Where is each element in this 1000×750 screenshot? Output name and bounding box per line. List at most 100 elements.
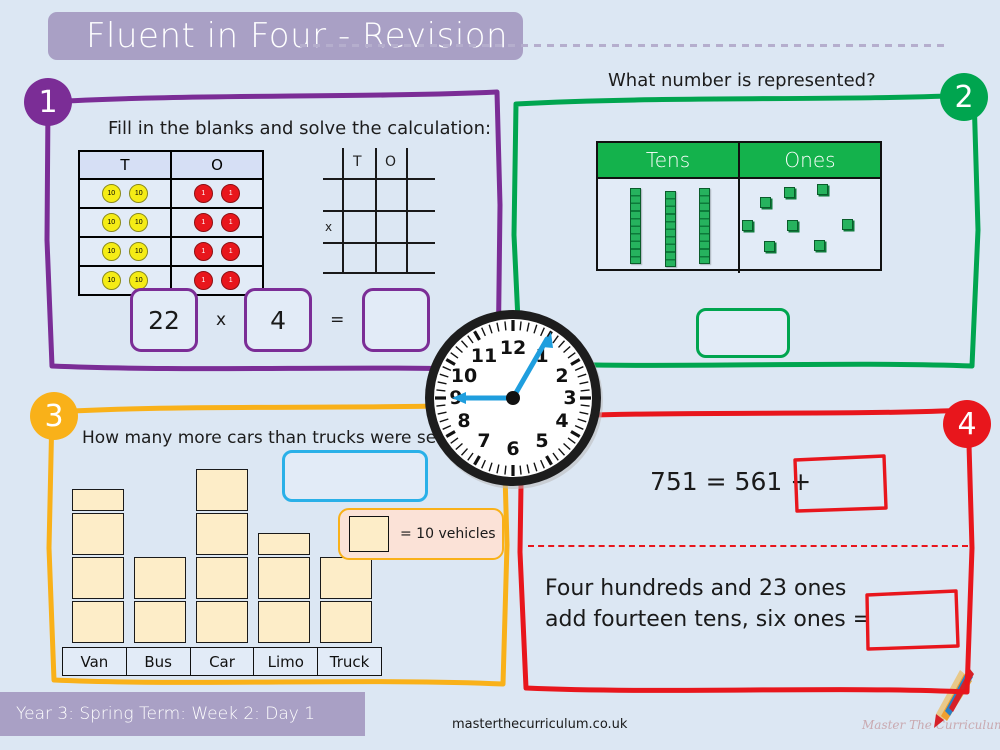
q1-prompt: Fill in the blanks and solve the calcula… — [108, 118, 492, 139]
working-grid: T O x — [305, 148, 435, 274]
place-value-table: T O 10 10 1 1 10 10 1 1 10 10 1 1 10 10 … — [78, 150, 264, 296]
pictogram-block — [72, 601, 124, 643]
bar-column-car — [196, 469, 248, 645]
footer-url: masterthecurriculum.co.uk — [452, 717, 628, 732]
pv-cell-tens: 10 10 — [78, 207, 172, 238]
base-ten-header-ones: Ones — [740, 143, 880, 177]
ones-cube — [817, 184, 828, 195]
axis-label-limo: Limo — [254, 648, 319, 676]
clock-number-11: 11 — [471, 345, 497, 367]
footer-banner-text: Year 3: Spring Term: Week 2: Day 1 — [16, 704, 316, 724]
table-row: 10 10 1 1 — [78, 178, 264, 209]
q2-answer-box[interactable] — [696, 308, 790, 358]
key-swatch-icon — [349, 516, 389, 552]
ones-cube — [760, 197, 771, 208]
panel-badge-3: 3 — [30, 392, 78, 440]
multiply-operator: x — [216, 310, 227, 330]
pv-cell-tens: 10 10 — [78, 178, 172, 209]
ten-counter: 10 — [101, 184, 121, 203]
q1-answer-box[interactable] — [362, 288, 431, 352]
axis-label-car: Car — [190, 648, 255, 676]
q4-equation-2-text: Four hundreds and 23 ones add fourteen t… — [545, 573, 871, 635]
clock-number-6: 6 — [506, 438, 519, 460]
working-grid-header-ones: O — [385, 154, 397, 170]
pencil-logo-icon — [934, 669, 974, 728]
title-dotted-rule — [300, 44, 950, 47]
base-ten-body-row — [598, 177, 880, 273]
pictogram-key: = 10 vehicles — [338, 508, 504, 560]
axis-label-bus: Bus — [126, 648, 191, 676]
ten-counter: 10 — [129, 242, 149, 261]
base-ten-header-row: Tens Ones — [598, 143, 880, 177]
base-ten-header-tens: Tens — [598, 143, 740, 177]
q4-answer-box-2[interactable] — [862, 588, 962, 652]
equals-operator: = — [330, 310, 345, 330]
ones-cube — [814, 240, 825, 251]
ten-counter: 10 — [101, 213, 121, 232]
clock-number-12: 12 — [500, 337, 526, 359]
q4-equation-1-text: 751 = 561 + — [650, 467, 812, 496]
grid-line-h — [323, 210, 435, 212]
pictogram-block — [196, 601, 248, 643]
pictogram-block — [196, 557, 248, 599]
pictogram-block — [258, 601, 310, 643]
pv-cell-ones: 1 1 — [170, 236, 264, 267]
ones-cube — [784, 187, 795, 198]
worksheet-page: Fluent in Four - Revision 1 2 3 4 Fill i… — [0, 0, 1000, 750]
bar-column-truck — [320, 557, 372, 645]
table-row: 10 10 1 1 — [78, 207, 264, 238]
grid-line-v — [342, 148, 345, 272]
pv-header-ones: O — [170, 150, 264, 180]
factor-2-box: 4 — [244, 288, 313, 352]
base-ten-table: Tens Ones — [596, 141, 882, 273]
ones-cube — [764, 241, 775, 252]
grid-line-h — [323, 242, 435, 244]
panel-badge-2: 2 — [940, 73, 988, 121]
pictogram-block — [320, 601, 372, 643]
one-counter: 1 — [221, 213, 241, 232]
working-grid-operator: x — [325, 220, 333, 234]
pictogram-chart — [62, 469, 382, 645]
pictogram-block — [72, 513, 124, 555]
ones-cube — [787, 220, 798, 231]
analog-clock: 12 1 2 3 4 5 6 7 8 9 10 11 — [422, 306, 608, 492]
ten-counter: 10 — [101, 271, 121, 290]
pictogram-block — [196, 513, 248, 555]
one-counter: 1 — [193, 184, 213, 203]
ten-counter: 10 — [129, 213, 149, 232]
pictogram-block — [134, 601, 186, 643]
pictogram-block-half — [72, 489, 124, 511]
panel-badge-1: 1 — [24, 78, 72, 126]
pictogram-block — [320, 557, 372, 599]
clock-number-10: 10 — [451, 365, 477, 387]
grid-line-h — [323, 272, 435, 274]
panel-badge-4: 4 — [943, 400, 991, 448]
pictogram-block-half — [258, 533, 310, 555]
one-counter: 1 — [221, 184, 241, 203]
axis-label-van: Van — [62, 648, 127, 676]
pv-cell-tens: 10 10 — [78, 236, 172, 267]
bar-column-van — [72, 489, 124, 645]
ones-cell — [740, 179, 880, 273]
pictogram-block — [258, 557, 310, 599]
working-grid-header-tens: T — [353, 154, 362, 170]
q4-answer-box-1[interactable] — [790, 452, 890, 514]
pictogram-category-axis: Van Bus Car Limo Truck — [62, 647, 382, 676]
pictogram-block — [196, 469, 248, 511]
one-counter: 1 — [221, 242, 241, 261]
clock-number-7: 7 — [477, 430, 490, 452]
q4-divider — [528, 545, 968, 547]
tens-rod — [630, 188, 641, 264]
page-title: Fluent in Four - Revision — [86, 16, 509, 56]
key-label: = 10 vehicles — [400, 526, 496, 542]
tens-rod — [665, 191, 676, 267]
grid-line-v — [375, 148, 378, 272]
clock-center-pin — [506, 391, 520, 405]
table-row: 10 10 1 1 — [78, 236, 264, 267]
clock-number-3: 3 — [563, 387, 576, 409]
grid-line-v — [406, 148, 408, 272]
q4-eq2-line2: add fourteen tens, six ones = — [545, 607, 872, 632]
clock-number-2: 2 — [555, 365, 568, 387]
q4-eq2-line1: Four hundreds and 23 ones — [545, 576, 847, 601]
page-title-bar: Fluent in Four - Revision — [48, 12, 523, 60]
